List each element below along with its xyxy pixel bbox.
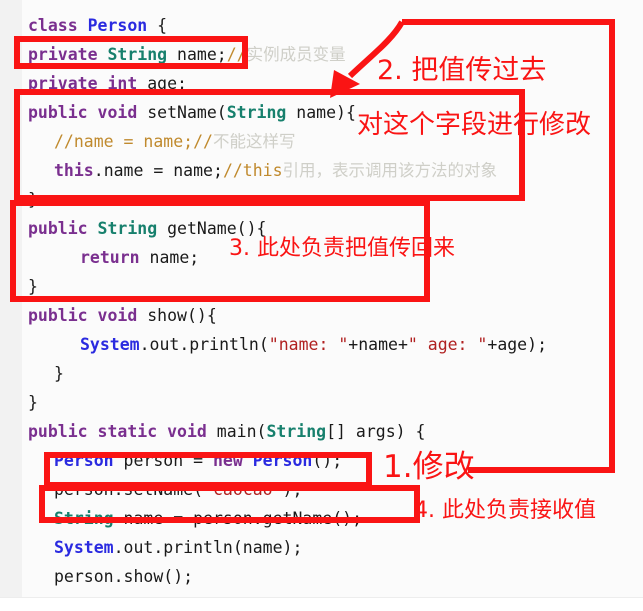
code-line[interactable]: System.out.println("name: "+name+" age: …	[80, 330, 547, 359]
annotation-step1: 1.修改	[383, 449, 475, 485]
fold-marker-icon[interactable]	[8, 180, 13, 185]
code-line[interactable]: person.setName("caocao");	[54, 475, 302, 504]
code-line[interactable]: public void show(){	[28, 301, 217, 330]
code-line[interactable]: person.show();	[54, 562, 193, 591]
editor-bottom-strip	[0, 597, 643, 611]
fold-marker-icon[interactable]	[8, 490, 13, 495]
code-line[interactable]: }	[54, 359, 64, 388]
code-line[interactable]: //name = name;//不能这样写	[54, 127, 295, 156]
fold-marker-icon[interactable]	[8, 100, 13, 105]
code-editor-screenshot: class Person {private String name;//实例成员…	[0, 0, 643, 611]
code-line[interactable]: }	[28, 185, 38, 214]
code-line[interactable]: private String name;//实例成员变量	[28, 40, 346, 69]
code-line[interactable]: public void setName(String name){	[28, 98, 356, 127]
code-line[interactable]: System.out.println(name);	[54, 533, 302, 562]
code-line[interactable]: return name;	[80, 243, 199, 272]
code-line[interactable]: public static void main(String[] args) {	[28, 417, 425, 446]
code-line[interactable]: this.name = name;//this引用，表示调用该方法的对象	[54, 156, 497, 185]
code-line[interactable]: Person person = new Person();	[54, 446, 342, 475]
fold-marker-icon[interactable]	[8, 16, 13, 21]
code-line[interactable]: }	[28, 272, 38, 301]
annotation-step4: 4. 此处负责接收值	[414, 498, 596, 523]
editor-gutter	[0, 0, 23, 611]
annotation-field-note: 对这个字段进行修改	[357, 110, 592, 140]
code-line[interactable]: private int age;	[28, 69, 187, 98]
code-line[interactable]: }	[28, 388, 38, 417]
code-line[interactable]: class Person {	[28, 11, 167, 40]
code-line[interactable]: String name = person.getName();	[54, 504, 362, 533]
fold-marker-icon[interactable]	[8, 310, 13, 315]
annotation-step3: 3. 此处负责把值传回来	[229, 236, 455, 261]
annotation-step2: 2. 把值传过去	[377, 55, 547, 86]
